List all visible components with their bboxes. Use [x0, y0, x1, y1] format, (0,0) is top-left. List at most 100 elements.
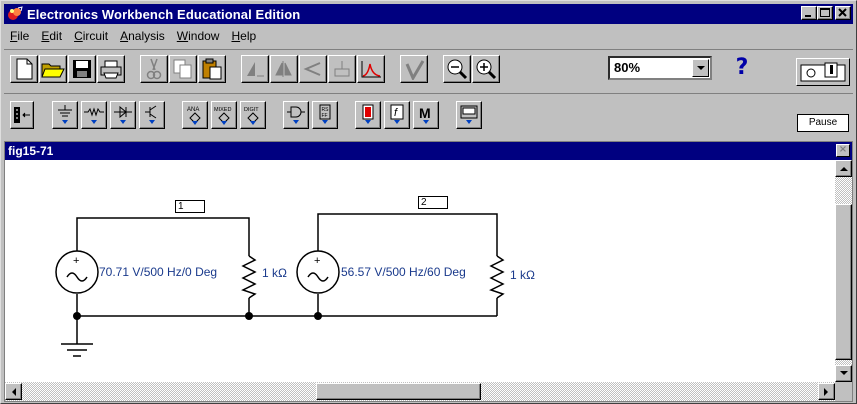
window-controls	[801, 6, 851, 20]
paste-button[interactable]	[198, 55, 226, 83]
analog-ic-icon: ANA	[187, 107, 201, 125]
zoom-out-button[interactable]	[443, 55, 471, 83]
scroll-up-button[interactable]	[835, 160, 852, 177]
power-switch[interactable]	[796, 58, 850, 86]
menu-edit[interactable]: Edit	[35, 29, 68, 43]
digital-bin-button[interactable]: RS FF	[312, 101, 338, 129]
miscellaneous-bin-button[interactable]: M	[413, 101, 439, 129]
scroll-down-button[interactable]	[835, 365, 852, 382]
arrow-left-icon	[12, 387, 16, 396]
zoom-out-icon	[447, 59, 468, 80]
sources-bin-button[interactable]	[52, 101, 78, 129]
indicators-bin-button[interactable]	[355, 101, 381, 129]
digital-ics-bin-button[interactable]: DIGIT	[240, 101, 266, 129]
menu-file[interactable]: File	[4, 29, 35, 43]
scroll-left-button[interactable]	[5, 383, 22, 400]
zoom-select[interactable]: 80%	[608, 56, 712, 80]
menu-window[interactable]: Window	[171, 29, 226, 43]
maximize-button[interactable]	[817, 6, 833, 20]
main-toolbar: 80% ?	[4, 49, 853, 87]
transistors-bin-button[interactable]	[139, 101, 165, 129]
zoom-value: 80%	[614, 60, 641, 75]
mixed-ic-icon: MIXED	[214, 107, 231, 125]
rotate-icon	[247, 62, 264, 77]
junction-dot-3	[314, 312, 322, 320]
open-button[interactable]	[39, 55, 67, 83]
help-button[interactable]: ?	[727, 55, 757, 83]
menu-circuit[interactable]: Circuit	[68, 29, 114, 43]
flip-vertical-button[interactable]	[270, 55, 298, 83]
vertical-scroll-thumb[interactable]	[835, 204, 852, 360]
junction-dot-2	[245, 312, 253, 320]
zoom-dropdown-button[interactable]	[692, 59, 709, 77]
resistor-2-label: 1 kΩ	[510, 268, 535, 282]
svg-text:ANA: ANA	[187, 107, 199, 113]
create-subcircuit-button[interactable]	[328, 55, 356, 83]
circuit-window: fig15-71 × + + 1 2 70.71 V/500 Hz/0 Deg …	[4, 141, 853, 402]
horizontal-scrollbar[interactable]	[5, 382, 835, 401]
menu-bar: File Edit Circuit Analysis Window Help	[4, 26, 262, 46]
arrow-up-icon	[839, 167, 848, 171]
svg-text:FF: FF	[322, 113, 328, 119]
resistor-1[interactable]	[241, 255, 257, 299]
vertical-scrollbar[interactable]	[835, 160, 852, 382]
copy-icon	[173, 59, 192, 79]
function-control-icon: f	[390, 104, 404, 124]
rotate-button[interactable]	[241, 55, 269, 83]
close-button[interactable]	[835, 6, 851, 20]
parts-bin-toggle-button[interactable]	[10, 101, 34, 129]
menu-help[interactable]: Help	[225, 29, 262, 43]
horizontal-scroll-thumb[interactable]	[316, 383, 481, 400]
logic-gates-bin-button[interactable]	[283, 101, 309, 129]
scissors-icon	[146, 58, 162, 80]
ground-symbol[interactable]	[61, 343, 93, 357]
copy-button[interactable]	[169, 55, 197, 83]
title-bar[interactable]: Electronics Workbench Educational Editio…	[4, 4, 853, 24]
digital-ic-icon: DIGIT	[244, 107, 259, 125]
ac-source-2[interactable]: +	[296, 250, 340, 294]
misc-m-icon: M	[419, 105, 431, 124]
controls-bin-button[interactable]: f	[384, 101, 410, 129]
resistor-1-label: 1 kΩ	[262, 266, 287, 280]
svg-text:+: +	[73, 255, 79, 267]
resistor-2[interactable]	[489, 255, 505, 299]
ground-source-icon	[58, 105, 72, 124]
ac-source-1[interactable]: +	[55, 250, 99, 294]
scroll-right-button[interactable]	[818, 383, 835, 400]
parts-bin-toolbar: ANA MIXED DIGIT RS FF f M Pause	[4, 93, 853, 137]
new-file-icon	[16, 58, 33, 80]
power-switch-icon	[800, 62, 846, 82]
menu-analysis[interactable]: Analysis	[114, 29, 171, 43]
print-button[interactable]	[97, 55, 125, 83]
circuit-window-title-bar[interactable]: fig15-71 ×	[5, 142, 852, 160]
close-document-button[interactable]: ×	[836, 144, 850, 157]
app-logo-icon	[6, 6, 24, 22]
floppy-disk-icon	[73, 60, 91, 78]
save-button[interactable]	[68, 55, 96, 83]
instruments-bin-button[interactable]	[456, 101, 482, 129]
properties-icon	[405, 60, 425, 80]
node-label-1[interactable]: 1	[175, 200, 205, 213]
diodes-bin-button[interactable]	[110, 101, 136, 129]
node-label-2[interactable]: 2	[418, 196, 448, 209]
component-properties-button[interactable]	[400, 55, 428, 83]
parts-bin-icon	[14, 107, 30, 123]
circuit-canvas[interactable]: + + 1 2 70.71 V/500 Hz/0 Deg 1 kΩ 56.57 …	[5, 160, 835, 382]
chevron-down-icon	[696, 66, 705, 70]
zoom-in-button[interactable]	[472, 55, 500, 83]
subcircuit-icon	[334, 61, 350, 77]
pause-button[interactable]: Pause	[797, 114, 849, 132]
printer-icon	[100, 60, 122, 79]
minimize-button[interactable]	[801, 6, 817, 20]
graph-button[interactable]	[357, 55, 385, 83]
resistor-icon	[84, 107, 104, 124]
instrument-icon	[460, 105, 478, 124]
flip-flop-icon: RSFF	[319, 104, 331, 124]
basic-bin-button[interactable]	[81, 101, 107, 129]
flip-horizontal-button[interactable]	[299, 55, 327, 83]
arrow-right-icon	[824, 387, 828, 396]
cut-button[interactable]	[140, 55, 168, 83]
mixed-ics-bin-button[interactable]: MIXED	[211, 101, 237, 129]
analog-ics-bin-button[interactable]: ANA	[182, 101, 208, 129]
new-file-button[interactable]	[10, 55, 38, 83]
